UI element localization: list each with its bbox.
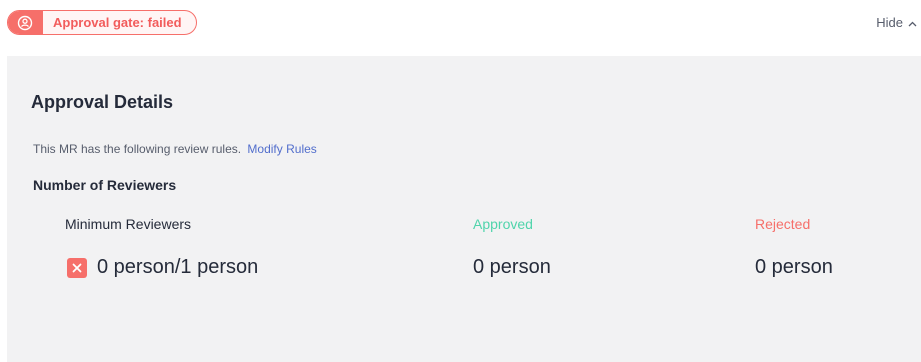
approved-value: 0 person — [473, 256, 551, 278]
approval-header: Approval gate: failed Hide — [0, 0, 921, 50]
rejected-label: Rejected — [755, 216, 811, 232]
error-x-icon — [67, 257, 87, 278]
modify-rules-link[interactable]: Modify Rules — [247, 142, 316, 156]
minimum-reviewers-value: 0 person/1 person — [97, 256, 259, 278]
review-rules-line: This MR has the following review rules. … — [33, 142, 317, 156]
approval-gate-status-badge[interactable]: Approval gate: failed — [7, 10, 197, 35]
approval-gate-status-label: Approval gate: failed — [53, 15, 182, 30]
rejected-value: 0 person — [755, 256, 833, 278]
approval-details-panel: Approval Details This MR has the followi… — [7, 56, 921, 362]
reviewers-section-title: Number of Reviewers — [33, 177, 177, 193]
hide-toggle-button[interactable]: Hide — [876, 15, 917, 30]
user-lock-icon — [8, 11, 43, 34]
chevron-up-icon — [908, 15, 917, 30]
minimum-reviewers-value-row: 0 person/1 person — [67, 256, 258, 279]
approved-label: Approved — [473, 216, 533, 232]
panel-title: Approval Details — [31, 92, 174, 112]
review-rules-text: This MR has the following review rules. — [33, 142, 242, 156]
approval-widget: Approval gate: failed Hide Approval Deta… — [0, 0, 921, 362]
minimum-reviewers-label: Minimum Reviewers — [65, 216, 192, 232]
hide-label: Hide — [876, 15, 903, 30]
